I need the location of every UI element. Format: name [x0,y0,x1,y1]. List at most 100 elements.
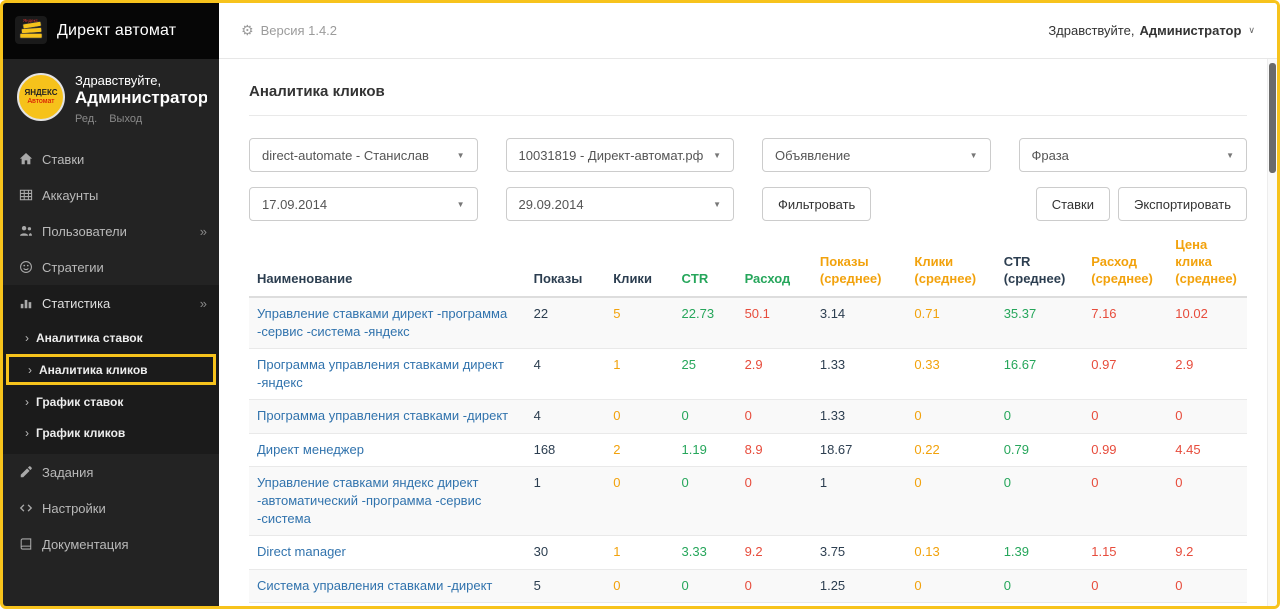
sidebar-subitem-grafik-klikov[interactable]: ›График кликов [3,417,219,448]
gear-icon: ⚙ [241,22,254,39]
brand[interactable]: Яндекс Директ автомат [3,3,219,59]
chevron-right-icon: › [25,331,29,345]
table-row: Управление ставками -директ -программа -… [249,602,1247,606]
phrase-link[interactable]: Управление ставками яндекс директ -автом… [249,466,526,536]
sidebar-subitem-grafik-stavok[interactable]: ›График ставок [3,386,219,417]
metric-cell: 0.97 [1083,349,1167,400]
date-to-select[interactable]: 29.09.2014 ▼ [506,187,735,221]
phrase-link[interactable]: Директ менеджер [249,433,526,466]
sidebar-subitem-analitika-stavok[interactable]: ›Аналитика ставок [3,322,219,353]
sidebar-item-label: Настройки [42,501,106,516]
metric-cell: 0 [1083,466,1167,536]
metric-cell: 0 [605,569,673,602]
column-header[interactable]: Клики [605,229,673,297]
sidebar-item-polzovateli[interactable]: Пользователи» [3,213,219,249]
sidebar-item-label: Документация [42,537,129,552]
home-icon [19,152,42,166]
chevron-right-icon: › [25,426,29,440]
column-header[interactable]: Наименование [249,229,526,297]
phrase-link[interactable]: Управление ставками директ -программа -с… [249,297,526,349]
column-header[interactable]: Расход (среднее) [1083,229,1167,297]
metric-cell: 151 [526,602,606,606]
page-title: Аналитика кликов [249,83,1247,100]
sidebar-user-panel: ЯНДЕКС Автомат Здравствуйте, Администрат… [3,59,219,141]
metric-cell: 0 [1167,569,1247,602]
metric-cell: 3.33 [674,536,737,569]
svg-text:Яндекс: Яндекс [23,18,39,23]
code-icon [19,501,42,515]
sidebar-item-zadaniya[interactable]: Задания [3,454,219,490]
table-icon [19,188,42,202]
metric-cell: 50.1 [737,297,812,349]
metric-cell: 22 [526,297,606,349]
phrase-select[interactable]: Фраза ▼ [1019,138,1248,172]
metric-cell: 1.33 [812,349,907,400]
table-body: Управление ставками директ -программа -с… [249,297,1247,606]
metric-cell: 0 [906,466,995,536]
user-menu[interactable]: Здравствуйте, Администратор ∨ [1048,23,1255,38]
metric-cell: 0.3 [1167,602,1247,606]
phrase-link[interactable]: Программа управления ставками директ -ян… [249,349,526,400]
metric-cell: 0 [737,400,812,433]
sidebar-nav: СтавкиАккаунтыПользователи»СтратегииСтат… [3,141,219,562]
sidebar-item-nastroyki[interactable]: Настройки [3,490,219,526]
date-from-select[interactable]: 17.09.2014 ▼ [249,187,478,221]
sidebar-item-label: Аккаунты [42,188,98,203]
column-header[interactable]: Показы [526,229,606,297]
metric-cell: 168 [526,433,606,466]
phrase-link[interactable]: Управление ставками -директ -программа -… [249,602,526,606]
ad-select[interactable]: Объявление ▼ [762,138,991,172]
metric-cell: 0 [674,569,737,602]
metric-cell: 1 [526,466,606,536]
users-icon [19,224,42,238]
sidebar-subitem-label: Аналитика кликов [39,363,148,377]
metric-cell: 16.67 [996,349,1084,400]
analytics-table: НаименованиеПоказыКликиCTRРасходПоказы (… [249,229,1247,606]
phrase-link[interactable]: Программа управления ставками -директ [249,400,526,433]
phrase-link[interactable]: Direct manager [249,536,526,569]
brand-title: Директ автомат [57,22,176,40]
chevron-right-icon: › [25,395,29,409]
metric-cell: 0 [996,569,1084,602]
metric-cell: 1.15 [1083,536,1167,569]
sidebar-subitem-analitika-klikov[interactable]: ›Аналитика кликов [6,354,216,385]
export-button[interactable]: Экспортировать [1118,187,1247,221]
sidebar-item-akkaunty[interactable]: Аккаунты [3,177,219,213]
metric-cell: 4 [526,400,606,433]
divider [249,115,1247,116]
chevron-double-icon: » [200,224,207,239]
logout-link[interactable]: Выход [109,113,142,125]
sidebar-item-dokumentaciya[interactable]: Документация [3,526,219,562]
column-header[interactable]: CTR [674,229,737,297]
metric-cell: 0.79 [996,433,1084,466]
metric-cell: 18.67 [812,433,907,466]
column-header[interactable]: CTR (среднее) [996,229,1084,297]
phrase-link[interactable]: Система управления ставками -директ [249,569,526,602]
edit-profile-link[interactable]: Ред. [75,113,97,125]
metric-cell: 9.2 [1167,536,1247,569]
metric-cell: 1.19 [674,433,737,466]
sidebar-item-statistika[interactable]: Статистика» [3,285,219,321]
sidebar-user-info: Здравствуйте, Администратор Ред. Выход [75,73,207,125]
sidebar-item-strategii[interactable]: Стратегии [3,249,219,285]
account-select[interactable]: direct-automate - Станислав ▼ [249,138,478,172]
rates-button[interactable]: Ставки [1036,187,1110,221]
table-row: Программа управления ставками директ -ян… [249,349,1247,400]
sidebar-item-label: Ставки [42,152,84,167]
scrollbar[interactable] [1267,59,1277,606]
avatar-brand-text: ЯНДЕКС [24,89,57,98]
metric-cell: 0 [605,400,673,433]
metric-cell: 1 [605,349,673,400]
sidebar-item-stavki[interactable]: Ставки [3,141,219,177]
column-header[interactable]: Цена клика (среднее) [1167,229,1247,297]
column-header[interactable]: Клики (среднее) [906,229,995,297]
column-header[interactable]: Показы (среднее) [812,229,907,297]
filter-button[interactable]: Фильтровать [762,187,871,221]
campaign-select[interactable]: 10031819 - Директ-автомат.рф ▼ [506,138,735,172]
user-name: Администратор [1139,23,1241,38]
column-header[interactable]: Расход [737,229,812,297]
sidebar-item-label: Статистика [42,296,110,311]
metric-cell: 3.75 [812,536,907,569]
scrollbar-thumb[interactable] [1269,63,1276,173]
metric-cell: 0 [906,400,995,433]
